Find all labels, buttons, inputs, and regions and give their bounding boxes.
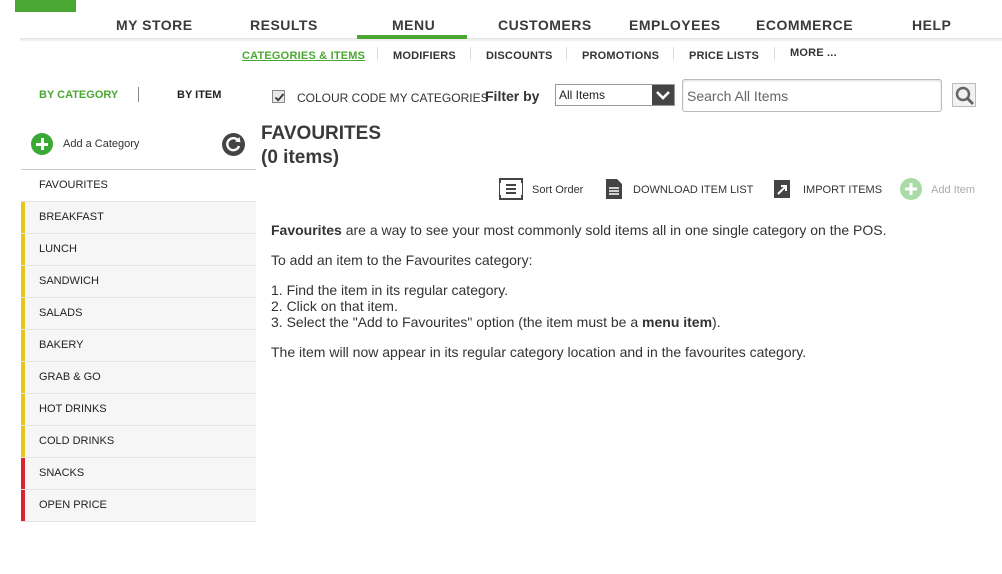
- category-color-bar: [21, 298, 25, 329]
- nav-customers[interactable]: CUSTOMERS: [498, 17, 592, 33]
- page-title: FAVOURITES (0 items): [261, 122, 381, 170]
- step-3-end: ).: [712, 314, 721, 330]
- category-color-bar: [21, 362, 25, 393]
- subnav-divider: [673, 47, 674, 60]
- colour-code-checkbox[interactable]: [272, 90, 285, 103]
- favourites-help-text: Favourites are a way to see your most co…: [271, 222, 971, 374]
- refresh-icon[interactable]: [222, 133, 245, 156]
- category-label: OPEN PRICE: [39, 499, 107, 511]
- category-item[interactable]: BREAKFAST: [21, 202, 256, 234]
- filter-select[interactable]: All Items: [555, 84, 675, 106]
- add-circle-icon: [31, 133, 53, 155]
- category-label: COLD DRINKS: [39, 435, 115, 447]
- search-field: [682, 79, 942, 112]
- category-color-bar: [21, 426, 25, 457]
- subnav-more[interactable]: MORE ...: [790, 47, 837, 59]
- category-color-bar: [21, 394, 25, 425]
- category-item[interactable]: COLD DRINKS: [21, 426, 256, 458]
- category-color-bar: [21, 330, 25, 361]
- subnav-divider: [470, 47, 471, 60]
- add-category-label: Add a Category: [63, 138, 140, 150]
- category-label: SALADS: [39, 307, 83, 319]
- category-item[interactable]: GRAB & GO: [21, 362, 256, 394]
- outro-paragraph: The item will now appear in its regular …: [271, 344, 807, 360]
- intro-bold: Favourites: [271, 222, 342, 238]
- category-item[interactable]: FAVOURITES: [21, 170, 256, 202]
- sort-icon: [499, 177, 523, 203]
- subnav-price-lists[interactable]: PRICE LISTS: [689, 50, 759, 62]
- colour-code-label: COLOUR CODE MY CATEGORIES: [297, 91, 489, 105]
- category-item[interactable]: SNACKS: [21, 458, 256, 490]
- category-label: GRAB & GO: [39, 371, 101, 383]
- category-label: BAKERY: [39, 339, 84, 351]
- category-label: BREAKFAST: [39, 211, 104, 223]
- top-nav: MY STORE RESULTS MENU CUSTOMERS EMPLOYEE…: [0, 0, 1002, 42]
- download-item-list-label: DOWNLOAD ITEM LIST: [633, 184, 754, 196]
- category-label: SNACKS: [39, 467, 85, 479]
- category-item[interactable]: BAKERY: [21, 330, 256, 362]
- subnav-divider: [377, 47, 378, 60]
- step-2: 2. Click on that item.: [271, 298, 398, 314]
- category-item[interactable]: SANDWICH: [21, 266, 256, 298]
- category-label: SANDWICH: [39, 275, 99, 287]
- category-color-bar: [21, 266, 25, 297]
- category-item[interactable]: HOT DRINKS: [21, 394, 256, 426]
- nav-ecommerce[interactable]: ECOMMERCE: [756, 17, 853, 33]
- filter-select-value: All Items: [559, 88, 606, 102]
- sort-order-label: Sort Order: [532, 184, 584, 196]
- subnav-categories-items[interactable]: CATEGORIES & ITEMS: [242, 50, 365, 62]
- step-3-text: 3. Select the "Add to Favourites" option…: [271, 314, 643, 330]
- document-icon: [604, 178, 624, 203]
- how-to-paragraph: To add an item to the Favourites categor…: [271, 252, 533, 268]
- add-item-label: Add Item: [931, 184, 976, 196]
- category-color-bar: [21, 234, 25, 265]
- nav-shadow: [20, 38, 1002, 42]
- view-divider: [138, 87, 139, 102]
- category-list: FAVOURITES BREAKFAST LUNCH SANDWICH SALADS BA…: [21, 169, 256, 522]
- nav-help[interactable]: HELP: [912, 17, 951, 33]
- category-label: LUNCH: [39, 243, 77, 255]
- nav-my-store[interactable]: MY STORE: [116, 17, 193, 33]
- view-by-category[interactable]: BY CATEGORY: [39, 89, 118, 101]
- subnav-promotions[interactable]: PROMOTIONS: [582, 50, 659, 62]
- category-item[interactable]: LUNCH: [21, 234, 256, 266]
- intro-text: are a way to see your most commonly sold…: [341, 222, 887, 238]
- search-input[interactable]: [683, 80, 941, 111]
- intro-paragraph: Favourites are a way to see your most co…: [271, 222, 971, 238]
- import-arrow-icon: [774, 178, 790, 203]
- subnav-modifiers[interactable]: MODIFIERS: [393, 50, 456, 62]
- title-category-name: FAVOURITES: [261, 123, 381, 144]
- category-color-bar: [21, 458, 25, 489]
- import-items-label: IMPORT ITEMS: [803, 184, 883, 196]
- title-item-count: (0 items): [261, 147, 340, 168]
- nav-employees[interactable]: EMPLOYEES: [629, 17, 721, 33]
- category-item[interactable]: OPEN PRICE: [21, 490, 256, 522]
- category-label: FAVOURITES: [39, 179, 108, 191]
- step-3-bold: menu item: [642, 314, 713, 330]
- nav-menu[interactable]: MENU: [392, 17, 435, 33]
- category-label: HOT DRINKS: [39, 403, 107, 415]
- subnav-divider: [774, 47, 775, 60]
- steps-list: 1. Find the item in its regular category…: [271, 282, 971, 330]
- chevron-down-icon: [652, 85, 674, 105]
- nav-active-indicator: [357, 35, 467, 39]
- search-button[interactable]: [952, 83, 976, 107]
- nav-results[interactable]: RESULTS: [250, 17, 318, 33]
- add-item-button[interactable]: Add Item: [900, 177, 976, 203]
- step-3: 3. Select the "Add to Favourites" option…: [271, 314, 971, 330]
- step-1: 1. Find the item in its regular category…: [271, 282, 509, 298]
- category-color-bar: [21, 490, 25, 521]
- category-color-bar: [21, 202, 25, 233]
- subnav-discounts[interactable]: DISCOUNTS: [486, 50, 553, 62]
- import-items-button[interactable]: IMPORT ITEMS: [774, 179, 882, 201]
- view-by-item[interactable]: BY ITEM: [177, 89, 221, 101]
- add-circle-icon: [900, 177, 922, 203]
- add-category-button[interactable]: Add a Category: [31, 133, 139, 155]
- sort-order-button[interactable]: Sort Order: [499, 177, 584, 203]
- category-item[interactable]: SALADS: [21, 298, 256, 330]
- filter-by-label: Filter by: [485, 88, 540, 104]
- subnav-divider: [566, 47, 567, 60]
- download-item-list-button[interactable]: DOWNLOAD ITEM LIST: [604, 178, 754, 203]
